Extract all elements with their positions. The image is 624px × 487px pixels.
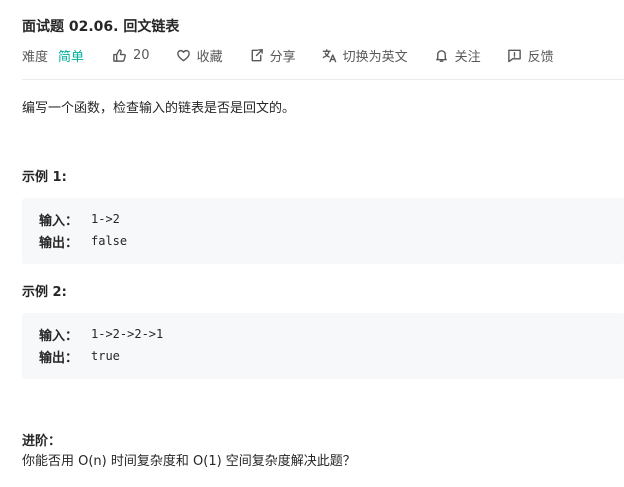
share-button[interactable]: 分享 (249, 46, 296, 65)
output-value: true (91, 349, 120, 363)
thumbs-up-icon (113, 48, 126, 62)
example-1-codebox: 输入： 1->2 输出： false (22, 198, 624, 264)
favorite-button[interactable]: 收藏 (176, 46, 223, 65)
output-label: 输出： (39, 235, 79, 251)
difficulty-badge: 简单 (58, 49, 85, 65)
problem-description: 编写一个函数，检查输入的链表是否是回文的。 (22, 101, 296, 116)
example-2-output-line: 输出： true (39, 345, 624, 367)
translate-button[interactable]: 切换为英文 (322, 46, 408, 65)
feedback-icon (507, 49, 521, 62)
input-label: 输入： (39, 213, 79, 229)
advanced-heading: 进阶： (22, 434, 62, 449)
translate-icon (322, 48, 336, 62)
heart-icon (176, 49, 190, 61)
follow-button[interactable]: 关注 (434, 46, 481, 65)
example-1-output-line: 输出： false (39, 230, 624, 252)
example-2-heading: 示例 2: (22, 285, 67, 300)
example-1-heading: 示例 1: (22, 170, 67, 185)
feedback-label: 反馈 (527, 49, 554, 65)
example-2-codebox: 输入： 1->2->2->1 输出： true (22, 313, 624, 379)
feedback-button[interactable]: 反馈 (507, 46, 554, 65)
advanced-text: 你能否用 O(n) 时间复杂度和 O(1) 空间复杂度解决此题？ (22, 454, 356, 469)
difficulty-label: 难度 (22, 49, 49, 65)
like-button[interactable]: 20 (112, 48, 150, 63)
example-1-input-line: 输入： 1->2 (39, 208, 624, 230)
input-value: 1->2 (91, 212, 120, 226)
output-label: 输出： (39, 350, 79, 366)
output-value: false (91, 234, 128, 248)
like-count: 20 (133, 47, 150, 63)
input-value: 1->2->2->1 (91, 327, 164, 341)
example-2-input-line: 输入： 1->2->2->1 (39, 323, 624, 345)
share-icon (251, 48, 263, 61)
problem-meta-bar: 难度 简单 20 收藏 分享 切换为英文 关注 反馈 (22, 44, 554, 66)
follow-label: 关注 (454, 49, 481, 65)
share-label: 分享 (269, 49, 296, 65)
bell-icon (435, 49, 447, 62)
favorite-label: 收藏 (196, 49, 223, 65)
input-label: 输入： (39, 328, 79, 344)
header-divider (22, 79, 624, 80)
translate-label: 切换为英文 (342, 49, 408, 65)
problem-title: 面试题 02.06. 回文链表 (22, 19, 180, 35)
